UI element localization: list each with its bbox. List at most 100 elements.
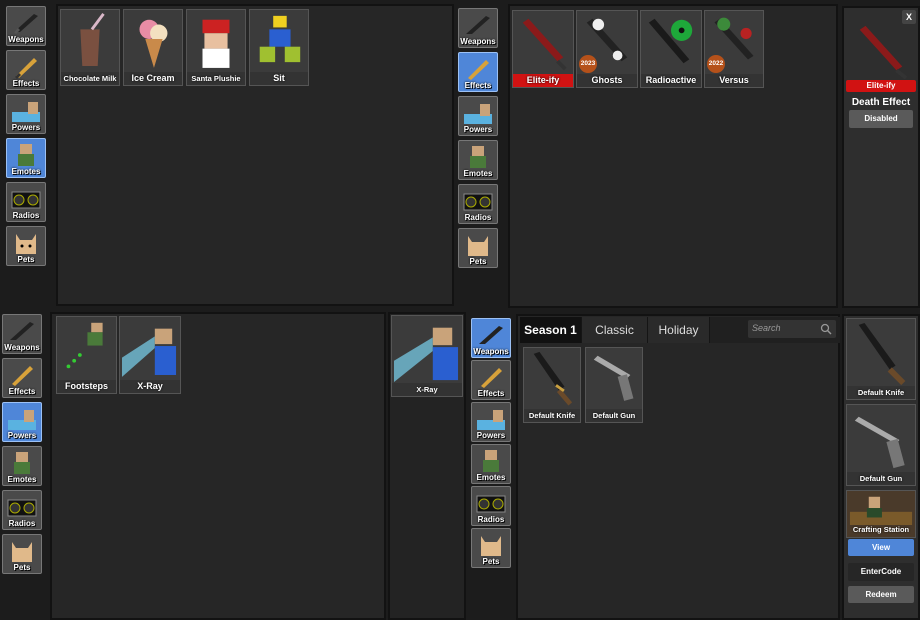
sidebar-item-powers[interactable]: Powers	[471, 402, 511, 442]
crafting-station-icon	[849, 496, 913, 525]
search-input[interactable]: Search	[748, 320, 836, 338]
default-gun-tile[interactable]: Default Gun	[846, 404, 916, 486]
tab-classic[interactable]: Classic	[582, 317, 648, 343]
tab-holiday[interactable]: Holiday	[648, 317, 710, 343]
item-name: Ghosts	[577, 74, 637, 87]
knife-icon	[14, 14, 38, 34]
sidebar-item-effects[interactable]: Effects	[471, 360, 511, 400]
sidebar-weapons-view: Weapons Effects Powers Emotes Radios Pet…	[471, 318, 515, 618]
knife-icon	[466, 16, 490, 34]
search-icon	[820, 323, 832, 335]
default-gun-icon	[593, 355, 634, 401]
sidebar-item-label: Effects	[8, 387, 36, 396]
item-name: Sit	[250, 72, 308, 85]
golden-knife-icon	[12, 366, 33, 386]
sidebar-item-effects[interactable]: Effects	[6, 50, 46, 90]
sidebar-item-weapons[interactable]: Weapons	[458, 8, 498, 48]
pet-icon	[12, 542, 32, 562]
sidebar-item-label: Weapons	[473, 347, 509, 356]
emote-character-icon	[14, 452, 30, 474]
redeem-button[interactable]: Redeem	[848, 586, 914, 603]
item-name: X-Ray	[120, 380, 180, 393]
sit-icon	[259, 15, 301, 63]
elite-knife-icon	[522, 18, 567, 71]
tab-season-1[interactable]: Season 1	[520, 317, 582, 343]
enter-code-input[interactable]: EnterCode	[848, 563, 914, 581]
radio-icon	[11, 191, 41, 209]
sidebar-item-label: Radios	[12, 211, 40, 220]
item-name: Versus	[705, 74, 763, 87]
power-character-icon	[8, 410, 36, 430]
sidebar-item-emotes[interactable]: Emotes	[471, 444, 511, 484]
power-character-icon	[12, 102, 40, 122]
sidebar-item-pets[interactable]: Pets	[471, 528, 511, 568]
sidebar-item-label: Weapons	[4, 343, 40, 352]
effect-tile[interactable]: 2022 Versus	[704, 10, 764, 88]
item-name: Footsteps	[57, 380, 116, 393]
effect-tile[interactable]: Radioactive	[640, 10, 702, 88]
sidebar-item-pets[interactable]: Pets	[2, 534, 42, 574]
power-preview-tile: X-Ray	[391, 315, 463, 397]
selected-effect-name: Elite-ify	[846, 80, 916, 92]
sidebar-item-emotes[interactable]: Emotes	[458, 140, 498, 180]
knife-icon	[479, 326, 503, 344]
weapon-tile[interactable]: Default Knife	[523, 347, 581, 423]
sidebar-item-radios[interactable]: Radios	[2, 490, 42, 530]
section-title: Death Effect	[851, 97, 911, 108]
view-button[interactable]: View	[848, 539, 914, 556]
sidebar-item-emotes[interactable]: Emotes	[6, 138, 46, 178]
emote-tile[interactable]: Chocolate Milk	[60, 9, 120, 86]
sidebar-item-powers[interactable]: Powers	[458, 96, 498, 136]
sidebar-item-label: Emotes	[463, 169, 493, 178]
item-name: Default Gun	[586, 409, 642, 422]
power-character-icon	[477, 410, 505, 430]
sidebar-effects-view: Weapons Effects Powers Emotes Radios Pet…	[458, 8, 502, 308]
sidebar-item-radios[interactable]: Radios	[458, 184, 498, 224]
sidebar-item-label: Radios	[8, 519, 36, 528]
sidebar-item-label: Radios	[477, 515, 505, 524]
power-tile[interactable]: Footsteps	[56, 316, 117, 394]
sidebar-item-pets[interactable]: Pets	[6, 226, 46, 266]
radio-icon	[476, 495, 506, 513]
item-name: Elite-ify	[513, 74, 573, 87]
chocolate-milk-icon	[80, 13, 105, 66]
sidebar-item-radios[interactable]: Radios	[471, 486, 511, 526]
emote-character-icon	[470, 146, 486, 168]
sidebar-item-label: Effects	[12, 79, 40, 88]
sidebar-emotes-view: Weapons Effects Powers Emotes Radios Pet…	[6, 6, 50, 306]
sidebar-item-label: Radios	[464, 213, 492, 222]
sidebar-item-powers[interactable]: Powers	[2, 402, 42, 442]
sidebar-item-label: Pets	[17, 255, 35, 264]
item-name: Crafting Station	[852, 525, 910, 534]
sidebar-item-pets[interactable]: Pets	[458, 228, 498, 268]
weapon-tile[interactable]: Default Gun	[585, 347, 643, 423]
emote-tile[interactable]: Sit	[249, 9, 309, 86]
sidebar-item-label: Emotes	[476, 473, 506, 482]
effect-tile[interactable]: Elite-ify	[512, 10, 574, 88]
death-effect-toggle[interactable]: Disabled	[849, 110, 913, 128]
default-knife-tile[interactable]: Default Knife	[846, 318, 916, 400]
santa-plushie-icon	[202, 19, 230, 68]
sidebar-item-weapons[interactable]: Weapons	[6, 6, 46, 46]
sidebar-item-weapons[interactable]: Weapons	[2, 314, 42, 354]
radioactive-knife-icon	[648, 18, 693, 64]
elite-knife-preview-icon	[859, 25, 908, 80]
sidebar-item-label: Weapons	[460, 37, 496, 46]
sidebar-item-label: Emotes	[11, 167, 41, 176]
default-gun-icon	[854, 416, 905, 469]
sidebar-item-effects[interactable]: Effects	[2, 358, 42, 398]
ice-cream-icon	[139, 19, 168, 68]
golden-knife-icon	[15, 58, 37, 79]
effect-tile[interactable]: 2023 Ghosts	[576, 10, 638, 88]
sidebar-item-emotes[interactable]: Emotes	[2, 446, 42, 486]
sidebar-item-label: Weapons	[8, 35, 44, 44]
emote-tile[interactable]: Ice Cream	[123, 9, 183, 86]
emote-tile[interactable]: Santa Plushie	[186, 9, 246, 86]
sidebar-item-weapons[interactable]: Weapons	[471, 318, 511, 358]
sidebar-item-powers[interactable]: Powers	[6, 94, 46, 134]
sidebar-item-effects[interactable]: Effects	[458, 52, 498, 92]
crafting-station-tile[interactable]: Crafting Station	[846, 490, 916, 538]
power-tile[interactable]: X-Ray	[119, 316, 181, 394]
sidebar-item-radios[interactable]: Radios	[6, 182, 46, 222]
sidebar-item-label: Effects	[464, 81, 492, 90]
